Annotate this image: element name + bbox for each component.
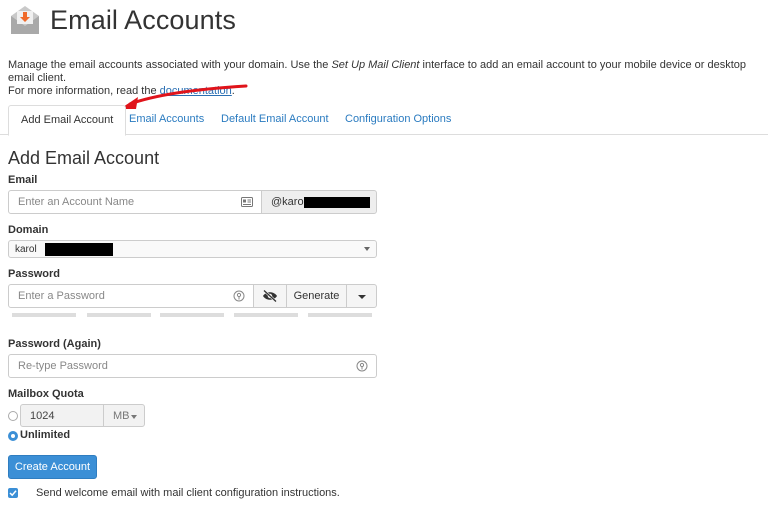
tab-add-email-account[interactable]: Add Email Account bbox=[8, 105, 127, 136]
tab-bar: Add Email Account Email Accounts Default… bbox=[0, 105, 768, 136]
password-again-label: Password (Again) bbox=[8, 338, 101, 350]
quota-unlimited-radio[interactable] bbox=[8, 431, 18, 441]
page-header: Email Accounts bbox=[8, 2, 236, 38]
welcome-email-label: Send welcome email with mail client conf… bbox=[36, 487, 340, 499]
email-label: Email bbox=[8, 174, 38, 186]
envelope-download-icon bbox=[11, 6, 39, 34]
caret-down-icon bbox=[131, 415, 137, 419]
email-domain-prefix: @karol bbox=[271, 196, 307, 208]
quota-unit: MB bbox=[113, 410, 130, 422]
strength-bar-1 bbox=[12, 313, 76, 317]
tab-default-email-account[interactable]: Default Email Account bbox=[209, 105, 341, 135]
create-account-button[interactable]: Create Account bbox=[8, 455, 97, 479]
contact-card-icon bbox=[241, 197, 253, 207]
page-title: Email Accounts bbox=[50, 4, 236, 35]
domain-label: Domain bbox=[8, 224, 49, 236]
email-placeholder: Enter an Account Name bbox=[18, 196, 135, 208]
strength-bar-2 bbox=[87, 313, 151, 317]
password-input[interactable]: Enter a Password bbox=[8, 284, 254, 308]
key-circle-icon bbox=[356, 360, 368, 372]
strength-bar-3 bbox=[160, 313, 224, 317]
eye-slash-icon bbox=[263, 290, 277, 302]
caret-down-icon bbox=[358, 295, 366, 299]
redacted-domain-value bbox=[45, 243, 113, 256]
email-input[interactable]: Enter an Account Name bbox=[8, 190, 262, 214]
intro-text-1: Manage the email accounts associated wit… bbox=[8, 59, 332, 71]
generate-password-button[interactable]: Generate bbox=[286, 284, 347, 308]
tab-configuration-options[interactable]: Configuration Options bbox=[333, 105, 463, 135]
password-again-input[interactable]: Re-type Password bbox=[8, 354, 377, 378]
email-domain-addon: @karol bbox=[261, 190, 377, 214]
domain-value: karol bbox=[15, 244, 37, 255]
quota-limited-radio[interactable] bbox=[8, 411, 18, 421]
password-label: Password bbox=[8, 268, 60, 280]
toggle-visibility-button[interactable] bbox=[253, 284, 287, 308]
quota-unit-select[interactable]: MB bbox=[103, 404, 145, 427]
tab-email-accounts[interactable]: Email Accounts bbox=[117, 105, 216, 135]
redacted-domain bbox=[304, 197, 370, 208]
domain-select[interactable]: karol bbox=[8, 240, 377, 258]
checkmark-icon bbox=[9, 490, 17, 497]
password-placeholder: Enter a Password bbox=[18, 290, 105, 302]
key-circle-icon bbox=[233, 290, 245, 302]
mailbox-quota-label: Mailbox Quota bbox=[8, 388, 84, 400]
generate-options-dropdown[interactable] bbox=[346, 284, 377, 308]
chevron-down-icon bbox=[364, 247, 370, 251]
welcome-email-checkbox[interactable] bbox=[8, 488, 18, 498]
quota-unlimited-label: Unlimited bbox=[20, 429, 71, 441]
section-title: Add Email Account bbox=[8, 148, 160, 168]
strength-bar-4 bbox=[234, 313, 298, 317]
password-again-placeholder: Re-type Password bbox=[18, 360, 108, 372]
quota-value-input[interactable]: 1024 bbox=[20, 404, 104, 427]
strength-bar-5 bbox=[308, 313, 372, 317]
quota-value: 1024 bbox=[30, 410, 55, 422]
intro-emphasis: Set Up Mail Client bbox=[331, 59, 420, 71]
